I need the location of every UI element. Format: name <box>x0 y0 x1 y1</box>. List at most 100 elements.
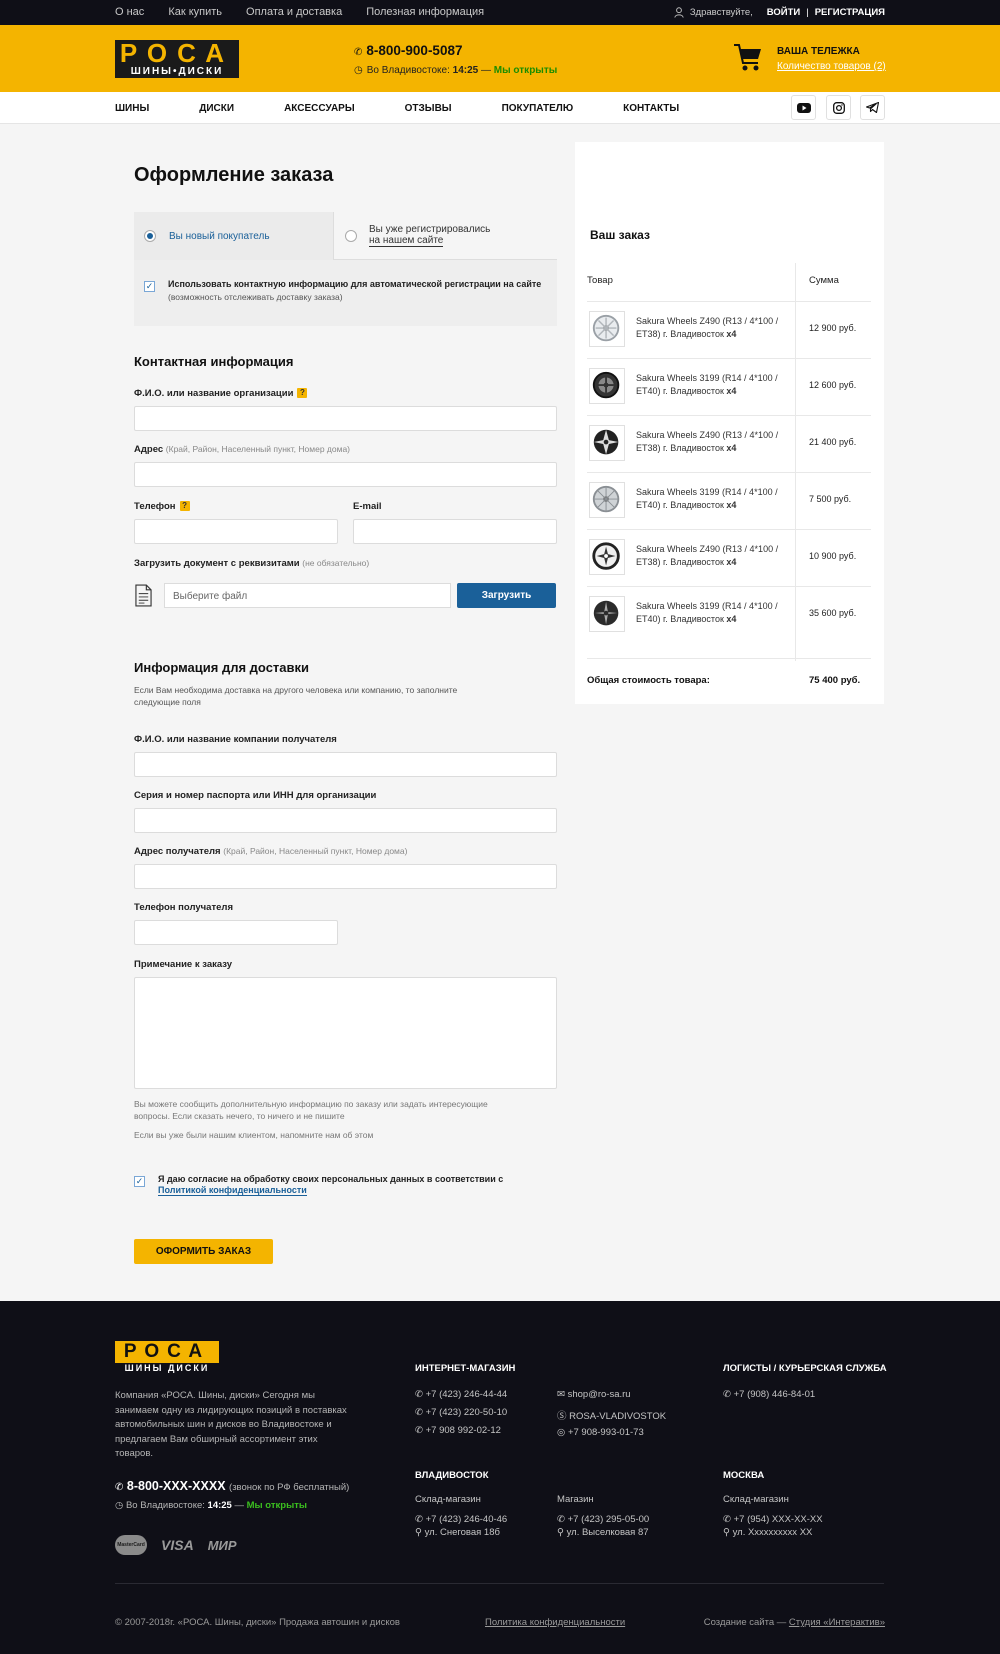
nav-item-tires[interactable]: ШИНЫ <box>115 103 149 114</box>
register-link[interactable]: РЕГИСТРАЦИЯ <box>815 7 885 18</box>
vl-store2-phone[interactable]: ✆ +7 (423) 295-05-00 <box>557 1514 649 1525</box>
product-qty: x4 <box>726 614 737 624</box>
phone-label-text: Телефон <box>134 501 176 512</box>
cart-title[interactable]: ВАША ТЕЛЕЖКА <box>777 46 860 57</box>
file-input[interactable]: Выберите файл <box>164 583 451 608</box>
shop-phone-2[interactable]: ✆ +7 (423) 220-50-10 <box>415 1407 507 1418</box>
product-thumbnail[interactable] <box>589 368 625 404</box>
privacy-policy-link[interactable]: Политикой конфиденциальности <box>158 1185 307 1196</box>
product-name[interactable]: Sakura Wheels 3199 (R14 / 4*100 / ET40) … <box>636 600 796 626</box>
telegram-button[interactable] <box>860 95 885 120</box>
consent-checkbox[interactable]: ✓ <box>134 1176 145 1187</box>
shop-email[interactable]: ✉ shop@ro-sa.ru <box>557 1389 631 1400</box>
recipient-address-input[interactable] <box>134 864 557 889</box>
product-name-text: Sakura Wheels 3199 (R14 / 4*100 / ET40) … <box>636 487 778 510</box>
product-name[interactable]: Sakura Wheels 3199 (R14 / 4*100 / ET40) … <box>636 486 796 512</box>
nav-item-disks[interactable]: ДИСКИ <box>199 103 234 114</box>
upload-label: Загрузить документ с реквизитами (не обя… <box>134 558 369 569</box>
order-row: Sakura Wheels 3199 (R14 / 4*100 / ET40) … <box>587 472 871 529</box>
tab-new-customer[interactable]: Вы новый покупатель <box>134 212 333 260</box>
consent-label: Я даю согласие на обработку своих персон… <box>158 1174 504 1184</box>
top-link-how-to-buy[interactable]: Как купить <box>168 6 222 18</box>
use-contact-checkbox[interactable]: ✓ <box>144 281 155 292</box>
product-thumbnail[interactable] <box>589 539 625 575</box>
header-phone[interactable]: ✆ 8-800-900-5087 <box>354 43 462 58</box>
footer-dash: — <box>234 1500 245 1511</box>
product-name[interactable]: Sakura Wheels 3199 (R14 / 4*100 / ET40) … <box>636 372 796 398</box>
header: РОСА ШИНЫ•ДИСКИ ✆ 8-800-900-5087 ◷ Во Влад… <box>0 25 1000 92</box>
site-logo[interactable]: РОСА ШИНЫ•ДИСКИ <box>115 38 239 78</box>
radio-registered-customer[interactable] <box>345 230 357 242</box>
shop-phone-2-text: +7 (423) 220-50-10 <box>425 1407 508 1418</box>
shop-phone-1[interactable]: ✆ +7 (423) 246-44-44 <box>415 1389 507 1400</box>
cart-count[interactable]: Количество товаров (2) <box>777 61 886 72</box>
instagram-button[interactable] <box>826 95 851 120</box>
name-input[interactable] <box>134 406 557 431</box>
phone-icon: ✆ <box>723 1389 731 1400</box>
passport-input[interactable] <box>134 808 557 833</box>
document-icon <box>135 584 152 607</box>
shop-whatsapp[interactable]: ◎ +7 908-993-01-73 <box>557 1427 644 1438</box>
note-textarea[interactable] <box>134 977 557 1089</box>
vl-store1-phone[interactable]: ✆ +7 (423) 246-40-46 <box>415 1514 507 1525</box>
youtube-button[interactable] <box>791 95 816 120</box>
nav-item-reviews[interactable]: ОТЗЫВЫ <box>405 103 452 114</box>
order-title: Ваш заказ <box>590 228 650 242</box>
product-thumbnail[interactable] <box>589 425 625 461</box>
wheel-icon <box>593 429 619 455</box>
phone-input[interactable] <box>134 519 338 544</box>
wheel-icon <box>592 371 620 399</box>
footer-phone[interactable]: ✆ 8-800-XXX-XXXX (звонок по РФ бесплатны… <box>115 1479 349 1493</box>
product-qty: x4 <box>726 386 737 396</box>
whatsapp-icon: ◎ <box>557 1427 566 1438</box>
product-name[interactable]: Sakura Wheels Z490 (R13 / 4*100 / ET38) … <box>636 315 796 341</box>
address-input[interactable] <box>134 462 557 487</box>
nav-item-contacts[interactable]: КОНТАКТЫ <box>623 103 679 114</box>
shop-phone-3[interactable]: ✆ +7 908 992-02-12 <box>415 1425 501 1436</box>
phone-label: Телефон? <box>134 501 190 512</box>
help-icon[interactable]: ? <box>297 388 308 399</box>
location-pin-icon: ⚲ <box>723 1527 730 1538</box>
msk-store-phone[interactable]: ✆ +7 (954) XXX-XX-XX <box>723 1514 823 1525</box>
use-contact-hint: (возможность отслеживать доставку заказа… <box>168 292 343 302</box>
footer-logo[interactable]: РОСА ШИНЫ ДИСКИ <box>115 1341 219 1375</box>
radio-new-customer[interactable] <box>144 230 156 242</box>
footer-phone-note: (звонок по РФ бесплатный) <box>229 1482 350 1493</box>
product-price: 12 900 руб. <box>809 323 857 333</box>
footer-privacy-link[interactable]: Политика конфиденциальности <box>485 1617 625 1628</box>
nav-items: ШИНЫ ДИСКИ АКСЕССУАРЫ ОТЗЫВЫ ПОКУПАТЕЛЮ … <box>115 103 679 114</box>
location-pin-icon: ⚲ <box>557 1527 564 1538</box>
product-thumbnail[interactable] <box>589 311 625 347</box>
wheel-icon <box>592 542 620 570</box>
recipient-phone-input[interactable] <box>134 920 338 945</box>
nav-item-accessories[interactable]: АКСЕССУАРЫ <box>284 103 355 114</box>
product-thumbnail[interactable] <box>589 596 625 632</box>
tab-registered-customer[interactable]: Вы уже регистрировались на нашем сайте <box>333 212 557 260</box>
logistics-phone[interactable]: ✆ +7 (908) 446-84-01 <box>723 1389 815 1400</box>
studio-link[interactable]: Студия «Интерактив» <box>789 1617 885 1628</box>
auth-separator: | <box>806 7 809 18</box>
upload-button[interactable]: Загрузить <box>457 583 556 608</box>
top-link-about[interactable]: О нас <box>115 6 144 18</box>
product-name-text: Sakura Wheels Z490 (R13 / 4*100 / ET38) … <box>636 316 779 339</box>
top-link-payment-delivery[interactable]: Оплата и доставка <box>246 6 342 18</box>
submit-order-button[interactable]: ОФОРМИТЬ ЗАКАЗ <box>134 1239 273 1264</box>
product-name[interactable]: Sakura Wheels Z490 (R13 / 4*100 / ET38) … <box>636 429 796 455</box>
login-link[interactable]: ВОЙТИ <box>767 7 800 18</box>
phone-icon: ✆ <box>415 1407 423 1418</box>
nav-item-customer[interactable]: ПОКУПАТЕЛЮ <box>502 103 574 114</box>
total-label: Общая стоимость товара: <box>587 675 710 686</box>
shop-phone-3-text: +7 908 992-02-12 <box>425 1425 501 1436</box>
recipient-address-label: Адрес получателя (Край, Район, Населенны… <box>134 846 407 857</box>
top-link-useful-info[interactable]: Полезная информация <box>366 6 484 18</box>
help-icon[interactable]: ? <box>179 501 190 512</box>
email-input[interactable] <box>353 519 557 544</box>
product-name-text: Sakura Wheels Z490 (R13 / 4*100 / ET38) … <box>636 430 779 453</box>
product-name[interactable]: Sakura Wheels Z490 (R13 / 4*100 / ET38) … <box>636 543 796 569</box>
cart-icon[interactable] <box>733 42 763 74</box>
product-thumbnail[interactable] <box>589 482 625 518</box>
clock-icon: ◷ <box>115 1500 124 1511</box>
shop-skype[interactable]: Ⓢ ROSA-VLADIVOSTOK <box>557 1408 666 1422</box>
recipient-input[interactable] <box>134 752 557 777</box>
msk-store-phone-text: +7 (954) XXX-XX-XX <box>733 1514 823 1525</box>
